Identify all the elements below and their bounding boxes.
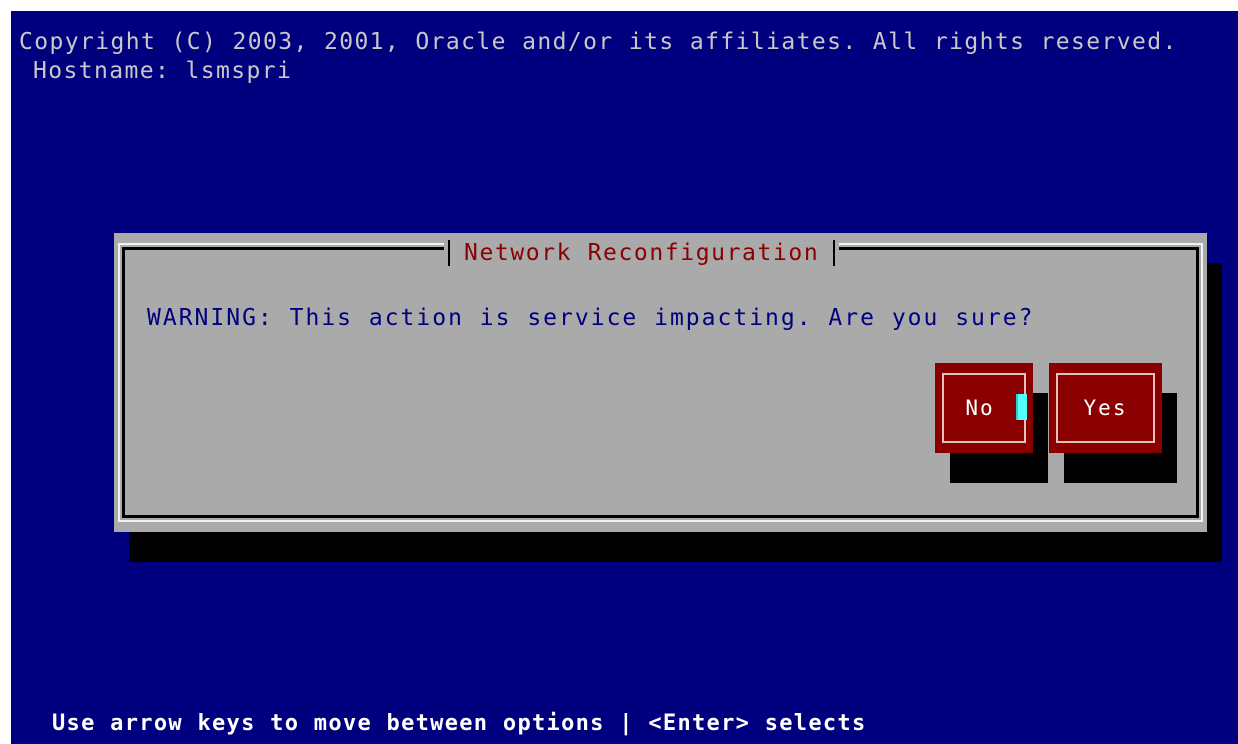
confirm-dialog: Network Reconfiguration WARNING: This ac… xyxy=(114,233,1207,532)
dialog-title-bar: Network Reconfiguration xyxy=(444,239,840,267)
yes-button[interactable]: Yes xyxy=(1049,363,1162,453)
no-button[interactable]: No xyxy=(935,363,1033,453)
keyboard-hint: Use arrow keys to move between options |… xyxy=(52,711,867,736)
hostname-text: Hostname: lsmspri xyxy=(33,58,293,84)
copyright-text: Copyright (C) 2003, 2001, Oracle and/or … xyxy=(19,29,1178,55)
terminal-screen: Copyright (C) 2003, 2001, Oracle and/or … xyxy=(11,11,1238,744)
selection-cursor xyxy=(1016,394,1027,420)
dialog-title: Network Reconfiguration xyxy=(464,240,820,266)
yes-button-label: Yes xyxy=(1083,396,1128,420)
no-button-label: No xyxy=(965,396,995,420)
title-right-tick xyxy=(833,240,836,266)
warning-message: WARNING: This action is service impactin… xyxy=(147,305,1035,331)
